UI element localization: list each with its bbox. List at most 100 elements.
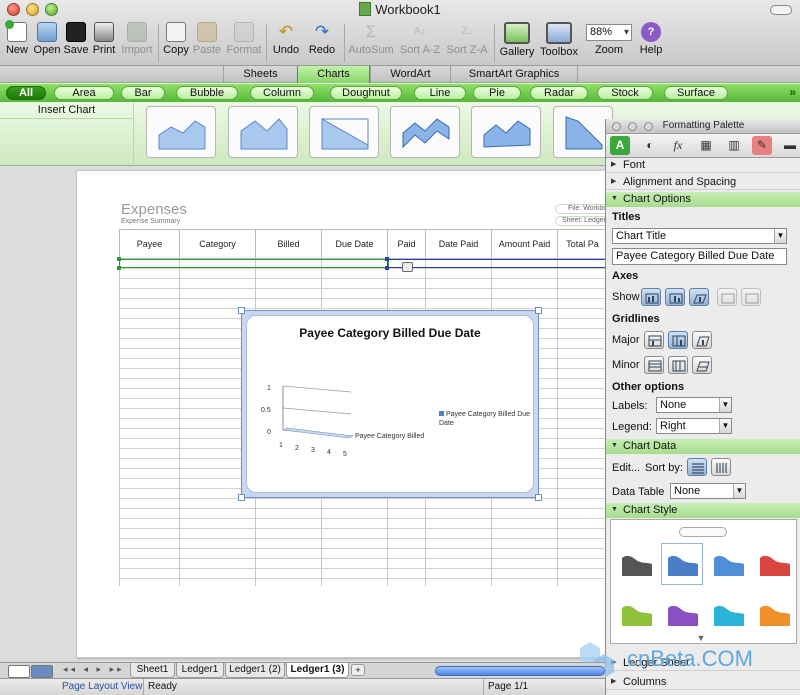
chart-resize-handle[interactable] (535, 494, 542, 501)
column-header-due-date[interactable]: Due Date (321, 230, 387, 260)
percent-area-chart-thumbnail[interactable] (309, 106, 379, 158)
tab-sheets[interactable]: Sheets (223, 66, 297, 83)
chart-resize-handle[interactable] (535, 307, 542, 314)
open-button[interactable]: Open (32, 22, 62, 56)
range-resize-handle[interactable] (117, 266, 121, 270)
chart-style-swatch[interactable] (754, 544, 794, 584)
formatting-palette-icon[interactable]: A (610, 136, 630, 155)
tab-wordart[interactable]: WordArt (370, 66, 450, 83)
chart-area[interactable]: Payee Category Billed Due Date 1 0.5 0 1… (246, 315, 534, 493)
secondary-vertical-axis-button[interactable] (741, 288, 761, 306)
column-header-paid[interactable]: Paid (387, 230, 425, 260)
column-header-payee[interactable]: Payee (119, 230, 179, 260)
3d-area-chart-thumbnail[interactable] (390, 106, 460, 158)
chart-type-all[interactable]: All (6, 86, 46, 100)
chart-type-doughnut[interactable]: Doughnut (330, 86, 402, 100)
chart-object[interactable]: Payee Category Billed Due Date 1 0.5 0 1… (238, 307, 542, 501)
sheet-tab-ledger1[interactable]: Ledger1 (176, 663, 224, 678)
undo-button[interactable]: ↶ Undo (270, 22, 302, 56)
copy-button[interactable]: Copy (162, 22, 190, 56)
chart-resize-handle[interactable] (238, 494, 245, 501)
column-header-date-paid[interactable]: Date Paid (425, 230, 491, 260)
chart-style-swatch[interactable] (708, 594, 748, 634)
sheet-tab-sheet1[interactable]: Sheet1 (130, 663, 175, 678)
chart-style-swatch[interactable] (616, 594, 656, 634)
secondary-horizontal-axis-button[interactable] (717, 288, 737, 306)
zoom-control[interactable]: 88% Zoom (584, 22, 634, 56)
paste-button[interactable]: Paste (192, 22, 222, 56)
sort-by-columns-button[interactable] (711, 458, 731, 476)
chart-legend[interactable]: Payee Category Billed Due Date (439, 410, 533, 428)
depth-axis-button[interactable] (689, 288, 709, 306)
sort-by-rows-button[interactable] (687, 458, 707, 476)
project-palette-icon[interactable]: ▬ (780, 136, 800, 155)
column-header-amount-paid[interactable]: Amount Paid (491, 230, 557, 260)
chart-type-line[interactable]: Line (414, 86, 466, 100)
column-header-total-paid[interactable]: Total Pa (557, 230, 605, 260)
column-header-billed[interactable]: Billed (255, 230, 321, 260)
chart-type-bubble[interactable]: Bubble (176, 86, 238, 100)
edit-data-link[interactable]: Edit... (612, 462, 640, 474)
object-palette-icon[interactable]: ◐ (640, 136, 660, 155)
section-chart-options[interactable]: Chart Options (606, 192, 800, 207)
chart-title-input[interactable]: Payee Category Billed Due Date (612, 248, 787, 265)
zoom-field[interactable]: 88% (586, 24, 632, 41)
sort-descending-button[interactable]: Z↓ Sort Z-A (444, 22, 490, 56)
paid-checkbox[interactable] (402, 262, 413, 272)
series-values-range-highlight[interactable] (387, 259, 605, 268)
chart-style-swatch[interactable] (708, 544, 748, 584)
autosum-button[interactable]: Σ AutoSum (347, 22, 395, 56)
chart-type-radar[interactable]: Radar (530, 86, 588, 100)
sort-ascending-button[interactable]: A↓ Sort A-Z (397, 22, 443, 56)
sheet-tab-ledger1-2[interactable]: Ledger1 (2) (225, 663, 285, 678)
section-font[interactable]: Font (606, 158, 800, 173)
save-button[interactable]: Save (63, 22, 89, 56)
legend-position-select[interactable]: Right ▼ (656, 418, 732, 434)
palette-titlebar[interactable]: Formatting Palette (606, 119, 800, 134)
data-table-select[interactable]: None ▼ (670, 483, 746, 499)
minor-depth-gridlines-button[interactable] (692, 356, 712, 374)
new-button[interactable]: New (4, 20, 30, 56)
scrapbook-icon[interactable]: ▦ (696, 136, 716, 155)
vertical-axis-button[interactable] (665, 288, 685, 306)
data-series-ribbon[interactable] (281, 427, 355, 439)
formula-builder-icon[interactable]: fx (668, 136, 688, 155)
range-resize-handle[interactable] (385, 257, 389, 261)
column-header-category[interactable]: Category (179, 230, 255, 260)
chart-style-swatch[interactable] (662, 594, 702, 634)
major-vertical-gridlines-button[interactable] (668, 331, 688, 349)
tab-smartart-graphics[interactable]: SmartArt Graphics (450, 66, 578, 83)
data-labels-select[interactable]: None ▼ (656, 397, 732, 413)
style-scroll-up-button[interactable] (679, 527, 727, 537)
import-button[interactable]: Import (119, 22, 155, 56)
chart-title[interactable]: Payee Category Billed Due Date (247, 326, 533, 340)
file-name-field[interactable]: File: Workbook (555, 204, 605, 214)
section-chart-style[interactable]: Chart Style (606, 503, 800, 518)
gallery-button[interactable]: Gallery (497, 22, 537, 58)
more-chart-types-button[interactable]: » (789, 85, 796, 99)
sheet-name-field[interactable]: Sheet: Ledger (555, 216, 605, 226)
redo-button[interactable]: ↷ Redo (306, 22, 338, 56)
major-horizontal-gridlines-button[interactable] (644, 331, 664, 349)
chart-plot-area[interactable]: 1 0.5 0 1 2 3 4 5 Payee Category Billed (261, 370, 461, 490)
sheet-tab-ledger1-3[interactable]: Ledger1 (3) (286, 663, 349, 678)
help-button[interactable]: ? Help (637, 22, 665, 56)
chart-type-area[interactable]: Area (54, 86, 114, 100)
toolbox-button[interactable]: Toolbox (537, 22, 581, 58)
print-button[interactable]: Print (91, 22, 117, 56)
compatibility-report-icon[interactable]: ✎ (752, 136, 772, 155)
chart-type-surface[interactable]: Surface (664, 86, 728, 100)
chart-type-stock[interactable]: Stock (597, 86, 653, 100)
reference-tools-icon[interactable]: ▥ (724, 136, 744, 155)
chart-resize-handle[interactable] (238, 307, 245, 314)
format-button[interactable]: Format (225, 22, 263, 56)
chart-type-bar[interactable]: Bar (121, 86, 165, 100)
chart-style-swatch[interactable] (616, 544, 656, 584)
chart-style-swatch[interactable] (754, 594, 794, 634)
minor-vertical-gridlines-button[interactable] (668, 356, 688, 374)
range-resize-handle[interactable] (385, 266, 389, 270)
add-sheet-button[interactable]: + (351, 664, 365, 676)
toolbar-toggle-button[interactable] (770, 5, 792, 15)
chart-type-pie[interactable]: Pie (473, 86, 521, 100)
series-name-range-highlight[interactable] (119, 259, 389, 268)
